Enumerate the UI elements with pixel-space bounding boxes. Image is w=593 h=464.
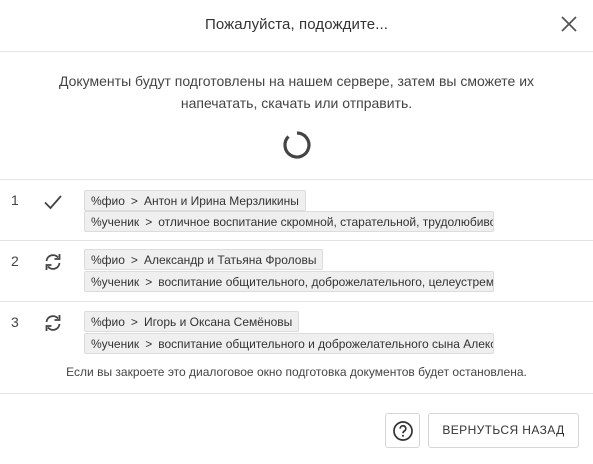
row-number: 3 — [11, 314, 19, 330]
description-line-2: напечатать, скачать или отправить. — [180, 95, 413, 111]
chevron-right-icon: > — [145, 275, 153, 289]
help-button[interactable] — [385, 413, 420, 448]
back-button[interactable]: ВЕРНУТЬСЯ НАЗАД — [428, 413, 579, 448]
tag-value: отличное воспитание скромной, старательн… — [158, 215, 494, 229]
tag-key: %ученик — [91, 337, 140, 351]
tag-key: %фио — [91, 315, 125, 329]
tag-value: воспитание общительного, доброжелательно… — [158, 275, 494, 289]
tag-fio: %фио > Антон и Ирина Мерзликины — [84, 190, 306, 211]
dialog-footer: ВЕРНУТЬСЯ НАЗАД — [0, 393, 593, 464]
tag-key: %ученик — [91, 275, 140, 289]
row-number: 1 — [11, 192, 19, 208]
tag-key: %фио — [91, 194, 125, 208]
row-number: 2 — [11, 253, 19, 269]
document-row: 2 %фио > Александр и Татьяна Фроловы %учен… — [0, 240, 593, 301]
checkmark-icon — [44, 195, 62, 210]
close-warning-note: Если вы закроете это диалоговое окно под… — [66, 365, 527, 379]
chevron-right-icon: > — [130, 253, 138, 267]
tag-value: Александр и Татьяна Фроловы — [143, 253, 317, 267]
dialog-header: Пожалуйста, подождите... — [0, 0, 593, 52]
tag-fio: %фио > Игорь и Оксана Семёновы — [84, 311, 300, 332]
chevron-right-icon: > — [130, 194, 138, 208]
tag-student: %ученик > воспитание общительного и доброж… — [84, 333, 494, 354]
question-circle-icon — [393, 421, 413, 441]
sync-icon — [45, 254, 61, 270]
sync-icon — [45, 315, 61, 331]
document-row: 3 %фио > Игорь и Оксана Семёновы %ученик > в… — [0, 301, 593, 393]
tag-key: %фио — [91, 253, 125, 267]
tag-fio: %фио > Александр и Татьяна Фроловы — [84, 249, 324, 270]
chevron-right-icon: > — [145, 215, 153, 229]
tag-value: Игорь и Оксана Семёновы — [143, 315, 293, 329]
document-row: 1 %фио > Антон и Ирина Мерзликины %ученик >… — [0, 179, 593, 240]
tag-value: воспитание общительного и доброжелательн… — [158, 337, 494, 351]
tag-student: %ученик > воспитание общительного, доброже… — [84, 271, 494, 292]
loading-spinner-icon — [283, 131, 311, 159]
chevron-right-icon: > — [130, 315, 138, 329]
close-icon[interactable] — [558, 13, 580, 35]
preparing-documents-dialog: Пожалуйста, подождите... Документы будут… — [0, 0, 593, 464]
tag-value: Антон и Ирина Мерзликины — [143, 194, 299, 208]
dialog-description: Документы будут подготовлены на нашем се… — [20, 70, 573, 114]
tag-key: %ученик — [91, 215, 140, 229]
tag-student: %ученик > отличное воспитание скромной, ст… — [84, 211, 494, 232]
description-line-1: Документы будут подготовлены на нашем се… — [58, 73, 535, 89]
dialog-title: Пожалуйста, подождите... — [204, 16, 388, 33]
chevron-right-icon: > — [145, 337, 153, 351]
